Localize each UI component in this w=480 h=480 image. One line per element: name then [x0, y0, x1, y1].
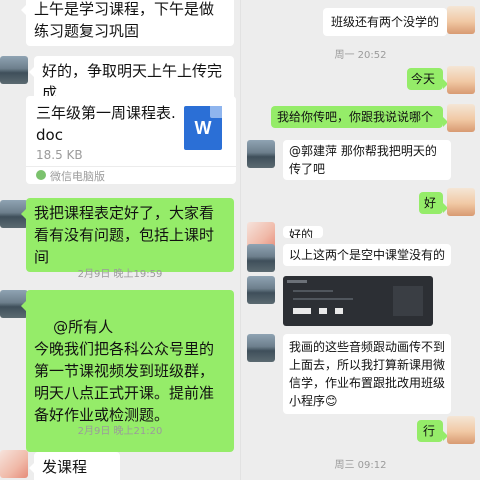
avatar[interactable] [0, 450, 28, 478]
avatar[interactable] [447, 416, 475, 444]
file-size: 18.5 KB [36, 148, 83, 162]
message-text: 班级还有两个没学的 [331, 15, 440, 29]
avatar[interactable] [0, 56, 28, 84]
divider [26, 166, 236, 167]
message-text: 行 [423, 424, 436, 438]
timestamp: 周一 20:52 [334, 50, 387, 61]
avatar[interactable] [447, 188, 475, 216]
file-name: 三年级第一周课程表.doc [36, 104, 176, 144]
message-bubble[interactable]: 今天 [407, 68, 448, 90]
message-bubble[interactable]: 发课程吗？ [29, 452, 120, 480]
file-source: 微信电脑版 [50, 170, 105, 183]
avatar[interactable] [247, 244, 275, 272]
avatar[interactable] [247, 140, 275, 168]
message-bubble[interactable]: 好 [419, 192, 448, 214]
chat-panel-left: 上午是学习课程，下午是做练习题复习巩固 好的，争取明天上午上传完成 三年级第一周… [0, 0, 240, 480]
timestamp: 2月9日 晚上21:20 [77, 426, 163, 437]
message-bubble[interactable]: 上午是学习课程，下午是做练习题复习巩固 [21, 0, 234, 46]
video-thumbnail[interactable] [283, 276, 433, 326]
avatar[interactable] [447, 104, 475, 132]
file-message[interactable]: 三年级第一周课程表.doc 18.5 KB W 微信电脑版 [26, 96, 236, 184]
message-text: 我把课程表定好了，大家看看有没有问题，包括上课时间 [34, 204, 215, 266]
message-text: @郭建萍 那你帮我把明天的传了吧 [289, 144, 437, 176]
word-doc-icon: W [184, 106, 222, 150]
message-text: 我画的这些音频跟动画传不到上面去，所以我打算新课用微信学，作业布置跟批改用班级小… [289, 340, 446, 408]
message-bubble[interactable]: 行 [417, 420, 448, 442]
message-text: @所有人 今晚我们把各科公众号里的第一节课视频发到班级群，明天八点正式开课。提前… [34, 318, 215, 424]
word-doc-icon-letter: W [194, 118, 212, 138]
message-text: 上午是学习课程，下午是做练习题复习巩固 [34, 0, 215, 40]
timestamp: 周三 09:12 [334, 460, 387, 471]
avatar[interactable] [447, 6, 475, 34]
message-bubble[interactable]: 我给你传吧，你跟我说说哪个 [271, 106, 448, 128]
message-text: 好 [424, 196, 437, 210]
avatar[interactable] [447, 66, 475, 94]
message-bubble[interactable]: 班级还有两个没学的 [323, 8, 447, 36]
timestamp: 2月9日 晚上19:59 [77, 269, 163, 280]
message-bubble[interactable]: 好的 [283, 226, 323, 238]
message-text: 好的 [289, 228, 314, 238]
message-text: 以上这两个是空中课堂没有的 [289, 248, 446, 262]
message-bubble[interactable]: 以上这两个是空中课堂没有的 [283, 244, 451, 266]
message-bubble[interactable]: @郭建萍 那你帮我把明天的传了吧 [283, 140, 451, 180]
message-bubble[interactable]: 我画的这些音频跟动画传不到上面去，所以我打算新课用微信学，作业布置跟批改用班级小… [283, 334, 451, 414]
chat-panel-right: 班级还有两个没学的 周一 20:52 今天 我给你传吧，你跟我说说哪个 @郭建萍… [240, 0, 480, 480]
avatar[interactable] [247, 276, 275, 304]
wechat-icon [36, 170, 46, 180]
avatar[interactable] [247, 334, 275, 362]
message-text: 发课程吗？ [42, 458, 88, 476]
message-text: 我给你传吧，你跟我说说哪个 [277, 110, 434, 124]
message-text: 今天 [411, 72, 436, 86]
message-bubble[interactable]: 我把课程表定好了，大家看看有没有问题，包括上课时间 [21, 198, 234, 272]
